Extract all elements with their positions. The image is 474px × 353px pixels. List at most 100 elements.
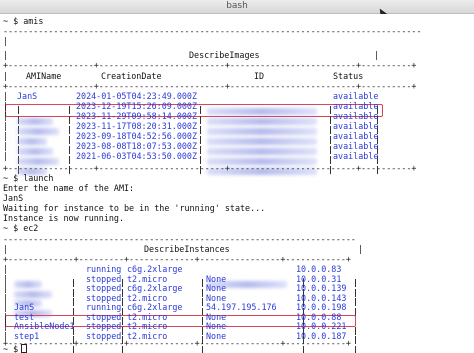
instances-border-top: ----------------------------------------… (3, 234, 356, 244)
instance-public-ip: None (206, 283, 227, 293)
column-separator (69, 146, 70, 154)
images-border-bottom: +-----------------+---------------------… (3, 163, 417, 173)
redacted-name (17, 128, 59, 135)
image-creation-date: 2023-08-08T18:07:53.000Z (76, 141, 198, 151)
image-creation-date: 2023-11-29T09:58:14.000Z (76, 111, 198, 121)
table-row-pipe: | (3, 111, 9, 121)
table-row-pipe: | (3, 121, 9, 131)
images-border-top: ----------------------------------------… (3, 26, 422, 36)
column-separator (202, 279, 203, 287)
images-title-pipe-left: | (3, 50, 9, 60)
image-creation-date: 2023-11-17T08:20:31.000Z (76, 121, 198, 131)
prompt: ~ $ (3, 16, 19, 26)
column-separator (69, 136, 70, 144)
column-separator (122, 298, 123, 306)
prompt-line-launch: ~ $ launch (3, 173, 53, 183)
column-separator (73, 289, 74, 297)
column-separator (122, 279, 123, 287)
instance-type: c6g.2xlarge (127, 283, 183, 293)
instance-state: running (86, 302, 122, 312)
table-row-pipe: | (3, 101, 9, 111)
launch-output-3: Instance is now running. (3, 213, 125, 223)
column-separator (355, 327, 356, 335)
prompt: ~ $ (3, 173, 19, 183)
column-separator (330, 146, 331, 154)
column-separator (202, 327, 203, 335)
redacted-instance-name (14, 291, 52, 298)
col-status: Status (333, 71, 364, 81)
image-status: available (333, 121, 379, 131)
image-status: available (333, 141, 379, 151)
column-separator (330, 136, 331, 144)
images-border-header: +-----------------+---------------------… (3, 81, 417, 91)
title-bar[interactable]: bash (0, 0, 474, 14)
command-ec2: ec2 (23, 223, 39, 233)
redacted-name (17, 118, 53, 125)
image-status: available (333, 111, 379, 121)
col-id: ID (254, 71, 265, 81)
images-header-row: | (3, 71, 9, 81)
launch-output-0: Enter the name of the AMI: (3, 183, 135, 193)
instance-state: running (86, 264, 122, 274)
column-separator (122, 327, 123, 335)
instance-state: stopped (86, 283, 122, 293)
col-aminame: AMIName (26, 71, 62, 81)
images-title-row: | (3, 36, 9, 46)
images-border-mid: +-----------------+---------------------… (3, 60, 417, 70)
terminal-output[interactable]: ~ $ amis -------------------------------… (0, 14, 474, 353)
instance-private-ip: 10.0.0.198 (296, 302, 347, 312)
image-status: available (333, 151, 379, 161)
command-launch: launch (23, 173, 54, 183)
redacted-instance-name (14, 281, 42, 288)
images-table-title: DescribeImages (189, 50, 260, 60)
instances-border-bottom: +-------------+---------+-------------+-… (3, 338, 351, 348)
image-creation-date: 2023-09-18T04:52:56.000Z (76, 131, 198, 141)
column-separator (200, 126, 201, 134)
redacted-image-id (207, 138, 317, 145)
image-creation-date: 2023-12-19T15:26:09.000Z (76, 101, 198, 111)
table-row-pipe: | (3, 321, 9, 331)
instance-type: c6g.2xlarge (127, 264, 183, 274)
instance-private-ip: 10.0.0.83 (296, 264, 342, 274)
prompt-line-amis: ~ $ amis (3, 16, 43, 26)
instance-private-ip: 10.0.0.139 (296, 283, 347, 293)
column-separator (69, 116, 70, 124)
images-title-pipe: | (374, 50, 380, 60)
launch-output-1: JanS (3, 193, 24, 203)
table-row-pipe: | (3, 141, 9, 151)
column-separator (122, 289, 123, 297)
instances-title-pipe-left: | (3, 244, 9, 254)
image-creation-date: 2024-01-05T04:23:49.000Z (76, 91, 198, 101)
image-creation-date: 2021-06-03T04:53:50.000Z (76, 151, 198, 161)
instance-public-ip: None (206, 321, 227, 331)
table-row-pipe: | (3, 91, 9, 101)
column-separator (355, 289, 356, 297)
redacted-image-id (207, 148, 317, 155)
prompt-line-current[interactable]: ~ $ (3, 344, 18, 353)
table-row-pipe: | (3, 302, 9, 312)
column-separator (330, 126, 331, 134)
column-separator (355, 279, 356, 287)
image-status: available (333, 131, 379, 141)
instance-type: c6g.2xlarge (127, 302, 183, 312)
instances-table-title: DescribeInstances (144, 244, 230, 254)
prompt-line-ec2: ~ $ ec2 (3, 223, 38, 233)
instances-title-pipe-right: | (358, 244, 364, 254)
instances-border-mid: +-------------+---------+-------------+-… (3, 254, 351, 264)
col-creationdate: CreationDate (101, 71, 162, 81)
terminal-window: bash ~ $ amis --------------------------… (0, 0, 474, 353)
column-separator (73, 298, 74, 306)
column-separator (355, 346, 356, 353)
column-separator (202, 298, 203, 306)
instance-name: JanS (14, 302, 35, 312)
redacted-image-id (207, 128, 317, 135)
table-row-pipe: | (3, 151, 9, 161)
instance-type: t2.micro (127, 321, 168, 331)
column-separator (200, 146, 201, 154)
prompt: ~ $ (3, 223, 19, 233)
column-separator (355, 336, 356, 344)
column-separator (355, 298, 356, 306)
instance-state: stopped (86, 321, 122, 331)
prompt: ~ $ (3, 344, 19, 353)
text-cursor (21, 344, 27, 353)
